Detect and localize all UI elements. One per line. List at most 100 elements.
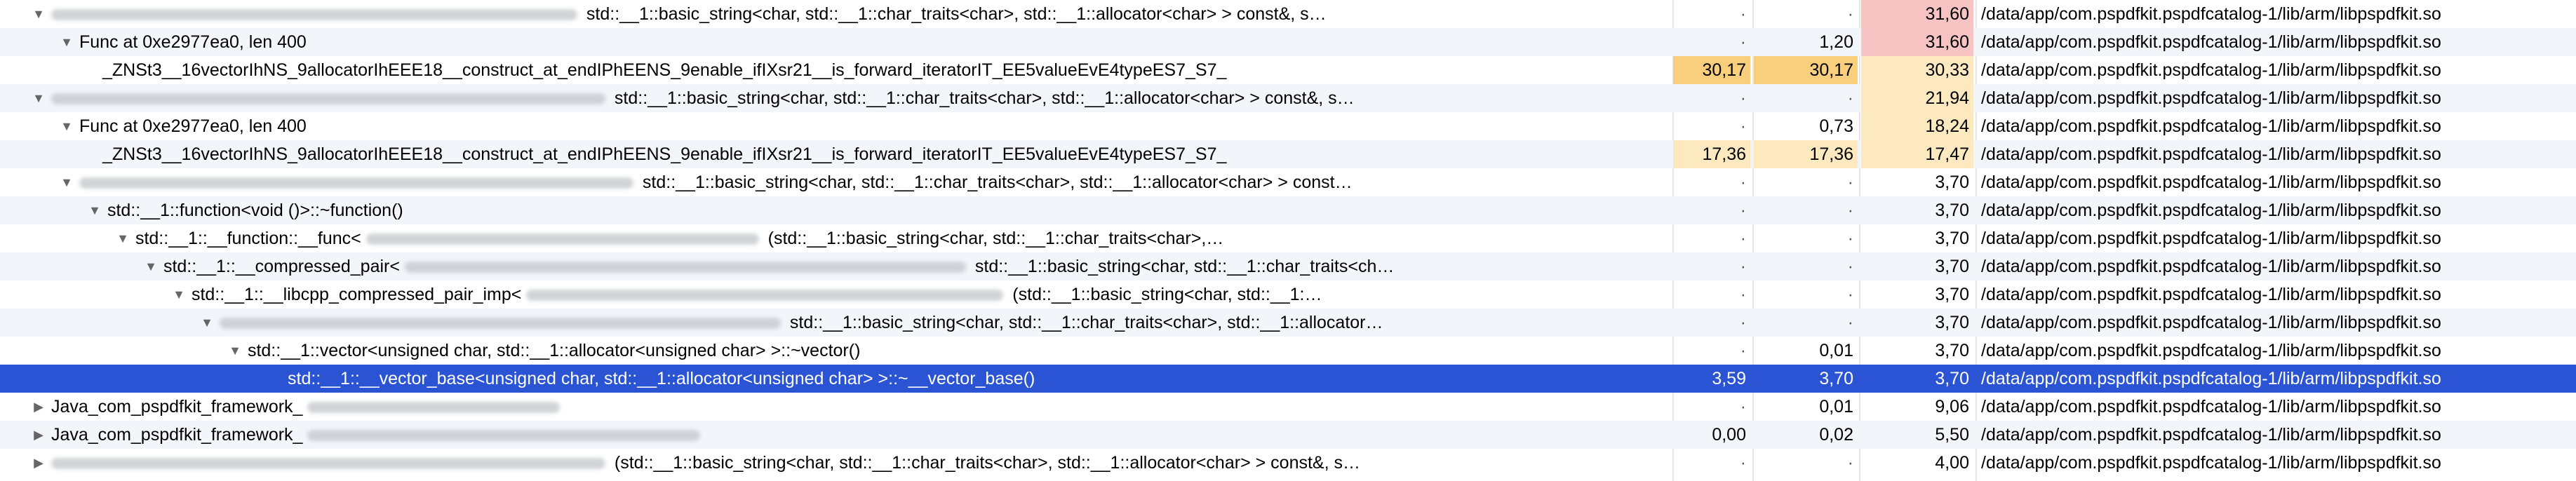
self-weight: 17,36 (1673, 140, 1750, 168)
total-weight: 3,70 (1935, 313, 1969, 332)
library-path: /data/app/com.pspdfkit.pspdfcatalog-1/li… (1981, 229, 2441, 248)
library-path: /data/app/com.pspdfkit.pspdfcatalog-1/li… (1981, 116, 2441, 136)
call-tree-row[interactable]: ▼ std::__1::basic_string<char, std::__1:… (0, 168, 2576, 196)
symbol-cell: ▶ Java_com_pspdfkit_framework_ (0, 393, 1704, 421)
disclosure-expanded-icon[interactable]: ▼ (171, 280, 187, 309)
self-weight-children: 30,17 (1754, 56, 1858, 84)
total-weight: 18,24 (1861, 112, 1973, 140)
symbol-name: _ZNSt3__16vectorIhNS_9allocatorIhEEE18__… (102, 60, 1227, 80)
self-weight-children: · (1847, 453, 1853, 473)
total-weight: 31,60 (1861, 0, 1973, 28)
symbol-name: Func at 0xe2977ea0, len 400 (79, 116, 307, 136)
total-weight: 3,70 (1935, 341, 1969, 360)
library-path: /data/app/com.pspdfkit.pspdfcatalog-1/li… (1981, 88, 2441, 108)
self-weight-children: 17,36 (1754, 140, 1858, 168)
redacted-text (51, 458, 605, 470)
disclosure-expanded-icon[interactable]: ▼ (31, 0, 46, 28)
symbol-name: Java_com_pspdfkit_framework_ (51, 397, 303, 416)
symbol-cell: ▼ std::__1::vector<unsigned char, std::_… (0, 337, 1900, 365)
self-weight-children: 0,01 (1819, 397, 1853, 416)
redacted-text (307, 402, 561, 414)
symbol-name: Func at 0xe2977ea0, len 400 (79, 32, 307, 52)
call-tree-row[interactable]: ▼ Func at 0xe2977ea0, len 400 · 1,20 31,… (0, 28, 2576, 56)
disclosure-expanded-icon[interactable]: ▼ (227, 337, 243, 365)
call-tree-row[interactable]: ▼ std::__1::__libcpp_compressed_pair_imp… (0, 280, 2576, 309)
redacted-text (51, 9, 577, 21)
self-weight-children: · (1847, 88, 1853, 108)
symbol-cell: ▼ std::__1::__compressed_pair< std::__1:… (0, 252, 1816, 280)
symbol-cell: ▼ std::__1::function<void ()>::~function… (0, 196, 1760, 224)
disclosure-expanded-icon[interactable]: ▼ (59, 28, 74, 56)
self-weight: 0,00 (1712, 425, 1746, 445)
disclosure-expanded-icon[interactable]: ▼ (31, 84, 46, 112)
redacted-text (219, 318, 781, 330)
call-tree-row[interactable]: ▼ std::__1::__function::__func< (std::__… (0, 224, 2576, 252)
symbol-name: Java_com_pspdfkit_framework_ (51, 425, 303, 445)
symbol-name-suffix: (std::__1::basic_string<char, std::__1::… (767, 229, 1224, 248)
disclosure-expanded-icon[interactable]: ▼ (87, 196, 102, 224)
symbol-name: std::__1::__function::__func< (135, 229, 361, 248)
disclosure-expanded-icon[interactable]: ▼ (199, 309, 215, 337)
call-tree-row[interactable]: _ZNSt3__16vectorIhNS_9allocatorIhEEE18__… (0, 56, 2576, 84)
symbol-name: std::__1::vector<unsigned char, std::__1… (247, 341, 861, 360)
call-tree-row[interactable]: ▶ (std::__1::basic_string<char, std::__1… (0, 449, 2576, 477)
call-tree-table: ▼ std::__1::basic_string<char, std::__1:… (0, 0, 2576, 481)
self-weight-children: 0,02 (1819, 425, 1853, 445)
symbol-name-suffix: (std::__1::basic_string<char, std::__1:… (1012, 285, 1322, 304)
library-path: /data/app/com.pspdfkit.pspdfcatalog-1/li… (1981, 369, 2441, 388)
self-weight: · (1740, 453, 1746, 473)
symbol-name: std::__1::function<void ()>::~function() (107, 201, 403, 220)
self-weight: · (1740, 4, 1746, 24)
disclosure-collapsed-icon[interactable]: ▶ (31, 393, 46, 421)
self-weight-children: 0,73 (1819, 116, 1853, 136)
symbol-cell: _ZNSt3__16vectorIhNS_9allocatorIhEEE18__… (0, 56, 1776, 84)
symbol-name: std::__1::basic_string<char, std::__1::c… (642, 172, 1353, 192)
redacted-text (307, 430, 701, 442)
disclosure-expanded-icon[interactable]: ▼ (143, 252, 159, 280)
call-tree-row-selected[interactable]: std::__1::__vector_base<unsigned char, s… (0, 365, 2576, 393)
call-tree-row[interactable]: ▼ std::__1::basic_string<char, std::__1:… (0, 309, 2576, 337)
redacted-text (79, 177, 633, 189)
call-tree-row[interactable]: ▶ Java_com_pspdfkit_framework_ 0,00 0,02… (0, 421, 2576, 449)
library-path: /data/app/com.pspdfkit.pspdfcatalog-1/li… (1981, 341, 2441, 360)
library-path: /data/app/com.pspdfkit.pspdfcatalog-1/li… (1981, 32, 2441, 52)
symbol-name: std::__1::__libcpp_compressed_pair_imp< (191, 285, 522, 304)
symbol-name: (std::__1::basic_string<char, std::__1::… (614, 453, 1360, 473)
call-tree-row[interactable]: ▼ std::__1::basic_string<char, std::__1:… (0, 84, 2576, 112)
call-tree-row[interactable]: ▼ std::__1::__compressed_pair< std::__1:… (0, 252, 2576, 280)
self-weight-children: · (1847, 4, 1853, 24)
self-weight: · (1740, 341, 1746, 360)
library-path: /data/app/com.pspdfkit.pspdfcatalog-1/li… (1981, 257, 2441, 276)
library-path: /data/app/com.pspdfkit.pspdfcatalog-1/li… (1981, 144, 2441, 164)
self-weight-children: · (1847, 172, 1853, 192)
call-tree-row[interactable]: ▶ Java_com_pspdfkit_framework_ · 0,01 9,… (0, 393, 2576, 421)
self-weight: · (1740, 285, 1746, 304)
symbol-cell: _ZNSt3__16vectorIhNS_9allocatorIhEEE18__… (0, 140, 1776, 168)
symbol-cell: ▼ Func at 0xe2977ea0, len 400 (0, 28, 1732, 56)
disclosure-collapsed-icon[interactable]: ▶ (31, 421, 46, 449)
symbol-name: std::__1::__compressed_pair< (163, 257, 400, 276)
disclosure-expanded-icon[interactable]: ▼ (115, 224, 130, 252)
call-tree-row[interactable]: ▼ std::__1::vector<unsigned char, std::_… (0, 337, 2576, 365)
total-weight: 5,50 (1935, 425, 1969, 445)
symbol-cell: ▶ Java_com_pspdfkit_framework_ (0, 421, 1704, 449)
self-weight: · (1740, 172, 1746, 192)
symbol-cell: ▼ Func at 0xe2977ea0, len 400 (0, 112, 1732, 140)
self-weight: · (1740, 88, 1746, 108)
disclosure-expanded-icon[interactable]: ▼ (59, 168, 74, 196)
disclosure-expanded-icon[interactable]: ▼ (59, 112, 74, 140)
call-tree-row[interactable]: ▼ std::__1::function<void ()>::~function… (0, 196, 2576, 224)
call-tree-row[interactable]: ▼ Func at 0xe2977ea0, len 400 · 0,73 18,… (0, 112, 2576, 140)
symbol-name: std::__1::basic_string<char, std::__1::c… (789, 313, 1383, 332)
redacted-text (526, 290, 1004, 302)
self-weight-children: · (1847, 201, 1853, 220)
total-weight: 17,47 (1861, 140, 1973, 168)
total-weight: 31,60 (1861, 28, 1973, 56)
self-weight-children: · (1847, 285, 1853, 304)
total-weight: 3,70 (1935, 257, 1969, 276)
symbol-cell: ▼ std::__1::basic_string<char, std::__1:… (0, 84, 1704, 112)
call-tree-row[interactable]: _ZNSt3__16vectorIhNS_9allocatorIhEEE18__… (0, 140, 2576, 168)
disclosure-collapsed-icon[interactable]: ▶ (31, 449, 46, 477)
call-tree-row[interactable]: ▼ std::__1::basic_string<char, std::__1:… (0, 0, 2576, 28)
symbol-cell: ▼ std::__1::__libcpp_compressed_pair_imp… (0, 280, 1844, 309)
